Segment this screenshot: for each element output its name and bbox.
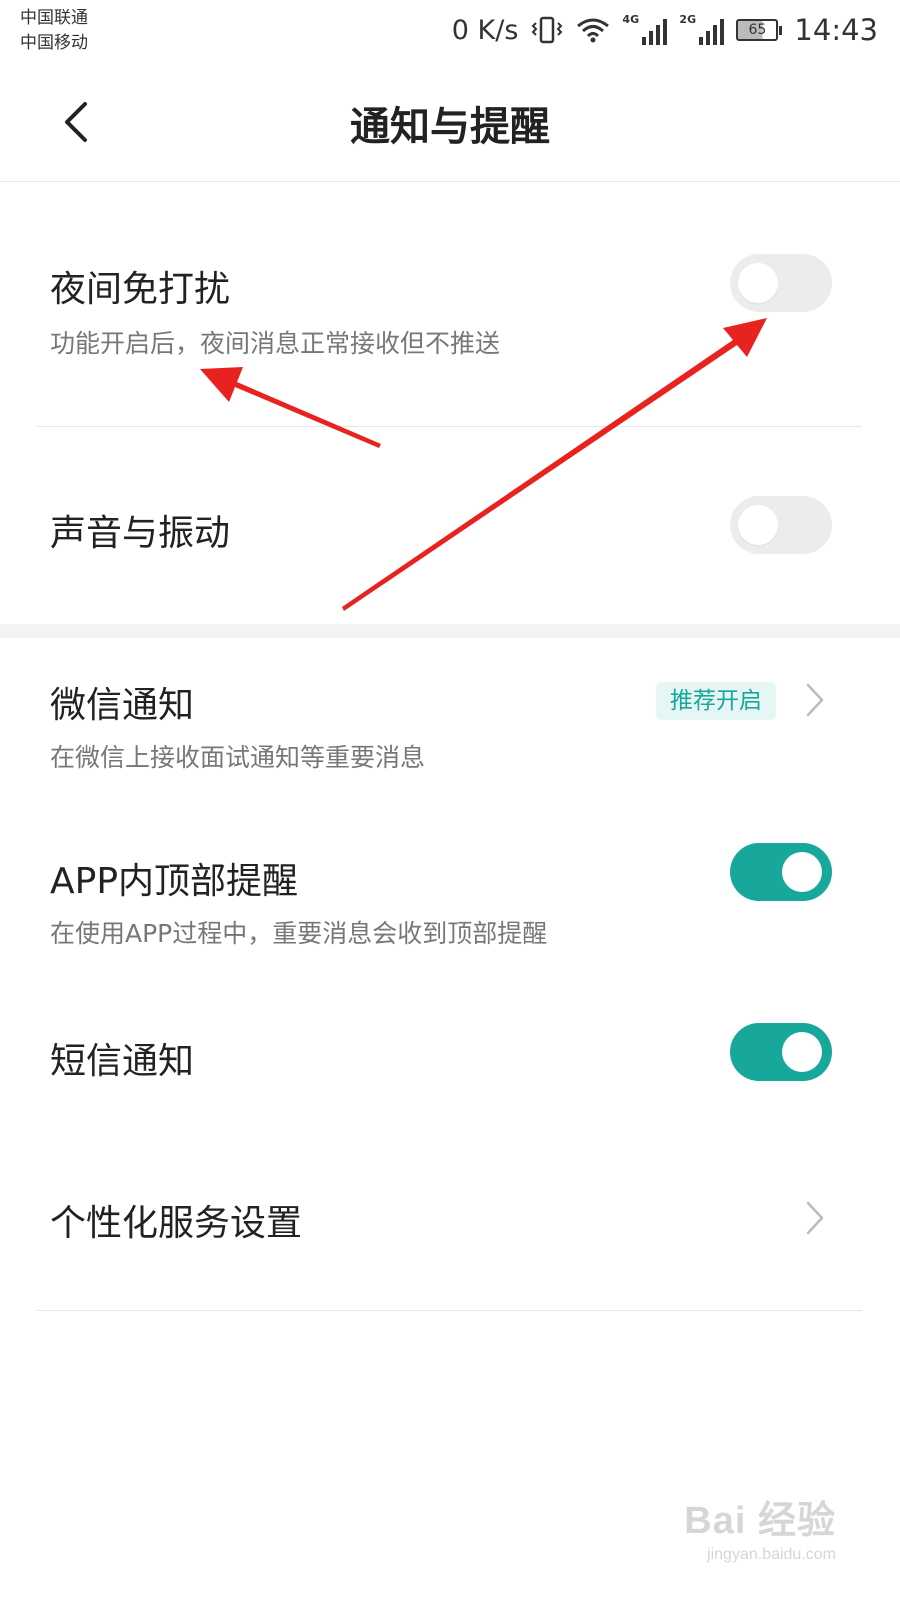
wechat-notify-title: 微信通知 — [50, 685, 195, 726]
status-indicators: 0 K/s 4G 2G 65 14:43 — [452, 10, 878, 50]
page-title: 通知与提醒 — [350, 104, 550, 150]
signal-2-tag: 2G — [679, 13, 697, 26]
recommend-badge: 推荐开启 — [656, 682, 776, 720]
status-bar: 中国联通 中国移动 0 K/s 4G 2G 65 14:43 — [0, 0, 900, 62]
nav-bar: 通知与提醒 — [0, 62, 900, 182]
divider — [36, 426, 862, 427]
section-separator — [0, 624, 900, 638]
wifi-icon — [576, 16, 610, 44]
sms-notify-title: 短信通知 — [50, 1041, 195, 1082]
setting-sms-notify: 短信通知 — [0, 1000, 900, 1110]
sound-vibration-toggle[interactable] — [730, 496, 832, 554]
setting-sound-vibration: 声音与振动 — [0, 428, 900, 624]
toggle-knob — [782, 852, 822, 892]
in-app-top-title: APP内顶部提醒 — [50, 861, 299, 902]
personalized-title: 个性化服务设置 — [50, 1203, 303, 1244]
watermark-logo: Bai 经验 — [684, 1500, 836, 1542]
setting-wechat-notify[interactable]: 微信通知 在微信上接收面试通知等重要消息 推荐开启 — [0, 638, 900, 798]
vibrate-icon — [530, 15, 564, 45]
signal-4g-icon: 4G — [622, 13, 668, 45]
carrier-info: 中国联通 中国移动 — [20, 6, 88, 56]
chevron-right-icon — [802, 1198, 828, 1238]
night-dnd-toggle[interactable] — [730, 254, 832, 312]
network-speed: 0 K/s — [451, 14, 519, 46]
divider — [36, 1310, 862, 1311]
setting-personalized[interactable]: 个性化服务设置 — [0, 1160, 900, 1280]
chevron-right-icon — [802, 680, 828, 720]
clock: 14:43 — [794, 13, 878, 47]
watermark-url: jingyan.baidu.com — [707, 1546, 836, 1563]
sms-notify-toggle[interactable] — [730, 1023, 832, 1081]
in-app-top-subtitle: 在使用APP过程中，重要消息会收到顶部提醒 — [50, 919, 548, 948]
toggle-knob — [782, 1032, 822, 1072]
baidu-jingyan-watermark: Bai 经验 jingyan.baidu.com — [684, 1489, 836, 1564]
night-dnd-subtitle: 功能开启后，夜间消息正常接收但不推送 — [50, 329, 501, 358]
toggle-knob — [738, 263, 778, 303]
in-app-top-toggle[interactable] — [730, 843, 832, 901]
setting-in-app-top: APP内顶部提醒 在使用APP过程中，重要消息会收到顶部提醒 — [0, 818, 900, 968]
battery-level: 65 — [736, 19, 779, 41]
battery-icon: 65 — [736, 19, 783, 41]
wechat-notify-subtitle: 在微信上接收面试通知等重要消息 — [50, 743, 426, 772]
signal-2g-icon: 2G — [679, 13, 725, 45]
carrier-1: 中国联通 — [20, 8, 88, 28]
toggle-knob — [738, 505, 778, 545]
sound-vibration-title: 声音与振动 — [50, 513, 231, 554]
night-dnd-title: 夜间免打扰 — [50, 269, 231, 310]
signal-1-tag: 4G — [622, 13, 640, 26]
setting-night-dnd: 夜间免打扰 功能开启后，夜间消息正常接收但不推送 — [0, 182, 900, 428]
carrier-2: 中国移动 — [20, 33, 88, 53]
